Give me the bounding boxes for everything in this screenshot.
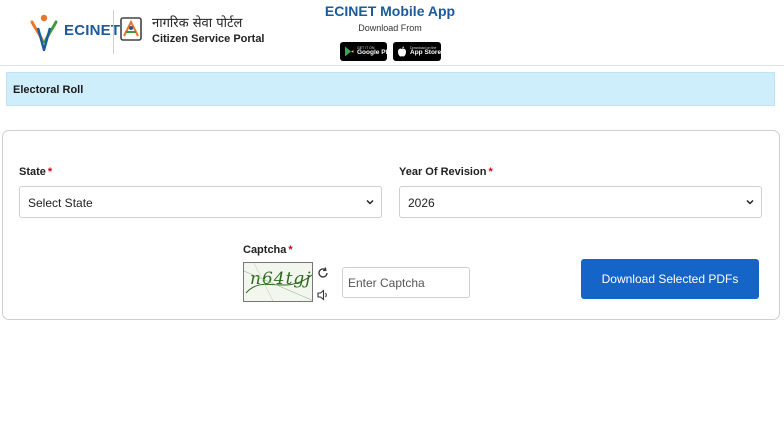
- captcha-label-text: Captcha: [243, 244, 287, 256]
- state-select[interactable]: Select State: [19, 186, 382, 218]
- ecinet-logo-icon[interactable]: [28, 12, 60, 52]
- mobile-app-title: ECINET Mobile App: [324, 3, 456, 19]
- download-pdfs-button[interactable]: Download Selected PDFs: [581, 259, 759, 299]
- portal-name-english: Citizen Service Portal: [152, 33, 265, 45]
- state-label: State *: [19, 166, 52, 178]
- google-play-icon: [345, 46, 354, 57]
- required-mark: *: [47, 166, 53, 178]
- app-store-label: App Store: [410, 49, 442, 56]
- portal-name-hindi: नागरिक सेवा पोर्टल: [152, 16, 243, 31]
- captcha-label: Captcha *: [243, 244, 293, 256]
- mobile-app-subtitle: Download From: [358, 23, 422, 33]
- chevron-down-icon: [746, 199, 754, 205]
- year-label-text: Year Of Revision: [399, 166, 487, 178]
- app-store-button[interactable]: Download on the App Store: [393, 42, 441, 61]
- year-select-value: 2026: [408, 196, 435, 210]
- refresh-icon[interactable]: [316, 266, 330, 280]
- section-title: Electoral Roll: [13, 84, 84, 96]
- captcha-input[interactable]: [342, 267, 470, 298]
- google-play-button[interactable]: GET IT ON Google Play: [340, 42, 395, 61]
- required-mark: *: [488, 166, 493, 178]
- year-label: Year Of Revision *: [399, 166, 493, 178]
- speaker-icon[interactable]: [316, 288, 330, 302]
- brand-name: ECINET: [64, 22, 121, 39]
- site-header: ECINET नागरिक सेवा पोर्टल Citizen Servic…: [0, 0, 784, 66]
- required-mark: *: [288, 244, 293, 256]
- google-play-label: Google Play: [357, 49, 395, 56]
- state-select-value: Select State: [28, 196, 93, 210]
- logo-divider: [113, 10, 114, 54]
- section-header: Electoral Roll: [6, 72, 775, 106]
- year-select[interactable]: 2026: [399, 186, 762, 218]
- captcha-noise: [244, 263, 312, 301]
- eci-emblem-icon: [120, 17, 142, 41]
- apple-icon: [398, 46, 406, 57]
- chevron-down-icon: [366, 199, 374, 205]
- captcha-image: n64tgj: [243, 262, 313, 302]
- state-label-text: State: [19, 166, 46, 178]
